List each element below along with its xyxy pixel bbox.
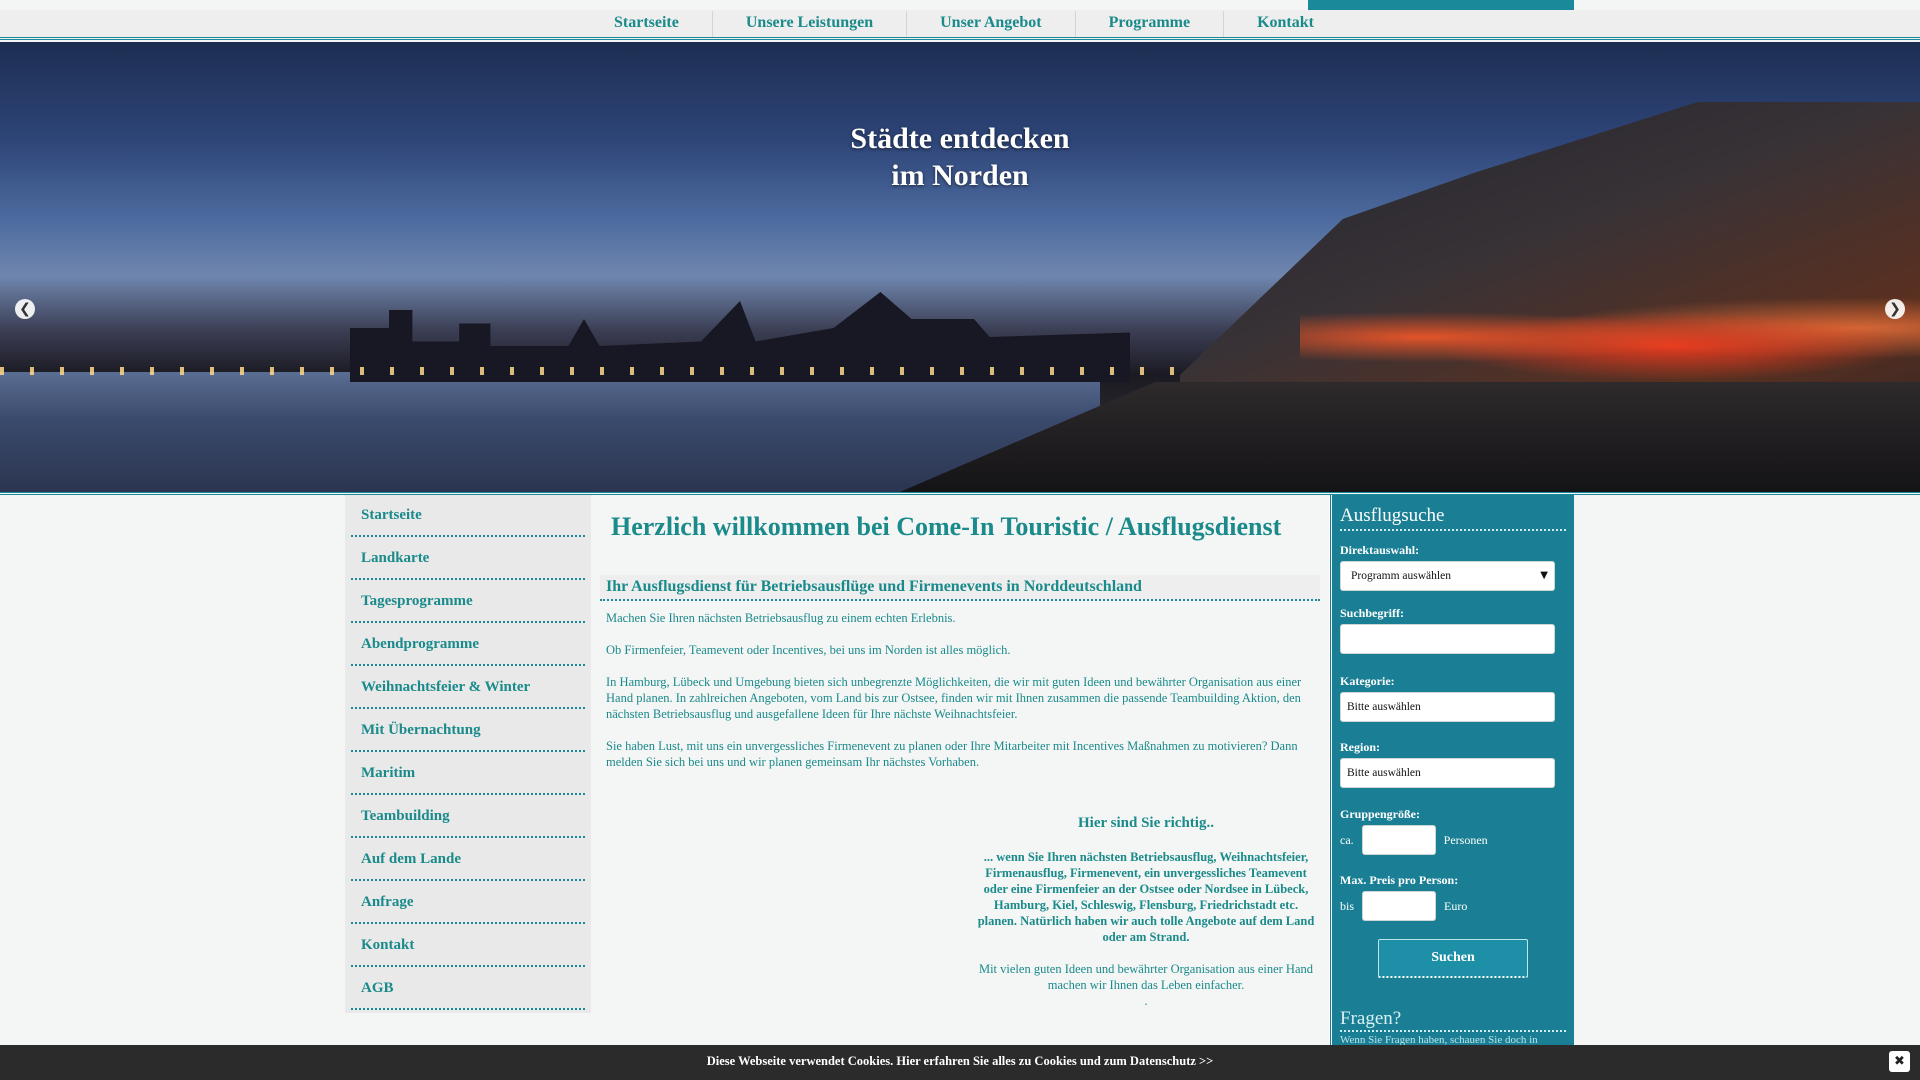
hero-lights (1300, 292, 1920, 382)
top-accent-bar (1308, 0, 1574, 10)
preis-row: bis Euro (1340, 891, 1566, 921)
sidebar-nav: Startseite Landkarte Tagesprogramme Aben… (345, 495, 591, 1013)
search-panel-title: Ausflugsuche (1340, 505, 1566, 531)
hero-shore-lights (0, 367, 1300, 375)
region-select[interactable]: Bitte auswählen (1340, 758, 1555, 788)
intro-paragraph: Machen Sie Ihren nächsten Betriebsausflu… (606, 611, 956, 625)
topnav-unser-angebot[interactable]: Unser Angebot (906, 11, 1075, 37)
direkt-select[interactable]: Programm auswählen ▼ (1340, 561, 1555, 591)
preis-label: Max. Preis pro Person: (1340, 873, 1459, 887)
page-title: Herzlich willkommen bei Come-In Touristi… (611, 512, 1282, 541)
gruppe-input[interactable] (1361, 825, 1436, 855)
preis-prefix: bis (1340, 898, 1355, 913)
topnav-programme[interactable]: Programme (1074, 11, 1223, 37)
gruppe-prefix: ca. (1340, 832, 1354, 847)
richtig-bold-text: ... wenn Sie Ihren nächsten Betriebsausf… (977, 850, 1315, 944)
richtig-dot: . (1144, 994, 1148, 1008)
top-nav: Startseite Unsere Leistungen Unser Angeb… (590, 10, 1347, 40)
sidebar-item-weihnachtsfeier[interactable]: Weihnachtsfeier & Winter (351, 666, 585, 709)
hero-title-line2: im Norden (891, 159, 1029, 192)
gruppe-unit: Personen (1443, 832, 1488, 847)
hero-title-line1: Städte entdecken (850, 122, 1070, 155)
sidebar-item-auf-dem-lande[interactable]: Auf dem Lande (351, 838, 585, 881)
suchbegriff-input[interactable] (1340, 624, 1555, 654)
topnav-startseite[interactable]: Startseite (590, 11, 712, 37)
sidebar-item-agb[interactable]: AGB (351, 967, 585, 1010)
sidebar-item-startseite[interactable]: Startseite (351, 503, 585, 537)
sidebar-item-abendprogramme[interactable]: Abendprogramme (351, 623, 585, 666)
kategorie-label: Kategorie: (1340, 674, 1395, 688)
section-subheading: Ihr Ausflugsdienst für Betriebsausflüge … (600, 575, 1320, 601)
sidebar-item-uebernachtung[interactable]: Mit Übernachtung (351, 709, 585, 752)
prev-arrow-icon[interactable]: ❮ (15, 299, 35, 319)
intro-paragraph: Ob Firmenfeier, Teamevent oder Incentive… (606, 643, 1011, 657)
search-button[interactable]: Suchen (1378, 939, 1528, 978)
suchbegriff-label: Suchbegriff: (1340, 606, 1404, 620)
hero-title: Städte entdecken im Norden (0, 120, 1920, 194)
cookie-bar: Diese Webseite verwendet Cookies. Hier e… (0, 1045, 1920, 1080)
richtig-title: Hier sind Sie richtig.. (1078, 815, 1214, 831)
intro-paragraph: In Hamburg, Lübeck und Umgebung bieten s… (606, 675, 1302, 721)
sidebar-item-landkarte[interactable]: Landkarte (351, 537, 585, 580)
topnav-unsere-leistungen[interactable]: Unsere Leistungen (711, 11, 906, 37)
sidebar-item-maritim[interactable]: Maritim (351, 752, 585, 795)
intro-paragraph: Sie haben Lust, mit uns ein unvergesslic… (606, 739, 1298, 769)
preis-unit: Euro (1444, 898, 1468, 913)
richtig-text: Mit vielen guten Ideen und bewährter Org… (978, 962, 1314, 992)
preis-input[interactable] (1362, 891, 1437, 921)
topnav-kontakt[interactable]: Kontakt (1223, 11, 1347, 37)
close-icon[interactable]: ✖ (1889, 1051, 1910, 1072)
sidebar-item-kontakt[interactable]: Kontakt (351, 924, 585, 967)
gruppe-label: Gruppengröße: (1340, 807, 1421, 821)
hero-water (0, 372, 1100, 492)
chevron-down-icon: ▼ (1540, 570, 1548, 581)
richtig-box: Hier sind Sie richtig.. ... wenn Sie Ihr… (976, 815, 1316, 1009)
direkt-label: Direktauswahl: (1340, 543, 1420, 557)
gruppe-row: ca. Personen (1340, 825, 1566, 855)
region-label: Region: (1340, 740, 1380, 754)
fragen-title: Fragen? (1340, 1008, 1566, 1032)
search-panel: Ausflugsuche Direktauswahl: Programm aus… (1329, 495, 1574, 1080)
sidebar-item-anfrage[interactable]: Anfrage (351, 881, 585, 924)
cookie-link[interactable]: Diese Webseite verwendet Cookies. Hier e… (707, 1054, 1214, 1068)
kategorie-select[interactable]: Bitte auswählen (1340, 692, 1555, 722)
intro-text: Machen Sie Ihren nächsten Betriebsausflu… (606, 610, 1316, 786)
direkt-select-value: Programm auswählen (1351, 570, 1451, 582)
sidebar-item-teambuilding[interactable]: Teambuilding (351, 795, 585, 838)
hero-divider (0, 492, 1920, 495)
sidebar-item-tagesprogramme[interactable]: Tagesprogramme (351, 580, 585, 623)
next-arrow-icon[interactable]: ❯ (1885, 299, 1905, 319)
hero-slider: Städte entdecken im Norden ❮ ❯ (0, 42, 1920, 492)
